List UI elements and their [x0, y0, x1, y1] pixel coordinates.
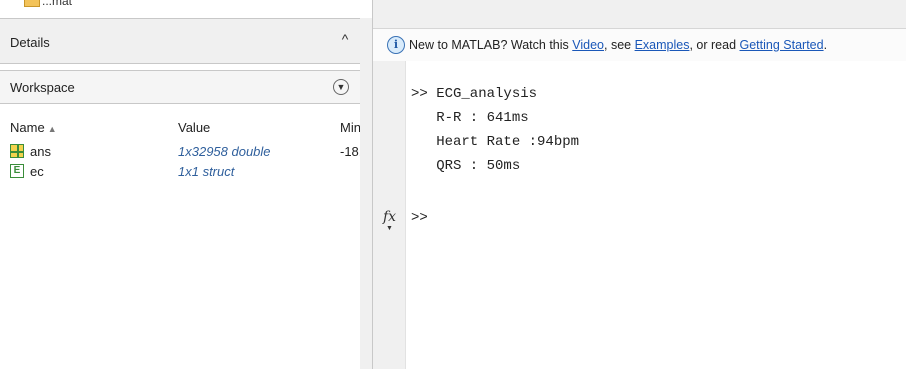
output-line: QRS : 50ms: [411, 158, 521, 174]
command-output: >> ECG_analysis R-R : 641ms Heart Rate :…: [411, 82, 579, 178]
variable-value: 1x1 struct: [178, 164, 235, 179]
command-window[interactable]: i New to MATLAB? Watch this Video, see E…: [373, 0, 906, 369]
details-panel-header[interactable]: Details ^: [0, 18, 360, 64]
info-icon: i: [387, 36, 405, 54]
command-window-top-strip: [373, 0, 906, 29]
variable-name: ec: [30, 164, 44, 179]
table-row[interactable]: ans 1x32958 double -18.0: [0, 142, 360, 162]
info-bar: i New to MATLAB? Watch this Video, see E…: [373, 29, 906, 61]
table-row[interactable]: E ec 1x1 struct: [0, 162, 360, 182]
workspace-panel-header: Workspace ▼: [0, 70, 360, 104]
examples-link[interactable]: Examples: [635, 38, 690, 52]
left-pane-scrollbar[interactable]: [360, 18, 372, 369]
matrix-variable-icon: [10, 144, 24, 158]
details-title: Details: [10, 35, 50, 50]
struct-variable-icon: E: [10, 164, 24, 178]
workspace-table: Name▲ Value Min ans 1x32958 double -18.0…: [0, 104, 360, 369]
variable-value: 1x32958 double: [178, 144, 271, 159]
sort-ascending-icon: ▲: [47, 124, 57, 134]
command-prompt[interactable]: >>: [411, 210, 428, 226]
current-folder-strip: ...mat: [0, 0, 372, 18]
variable-min: -18.0: [340, 144, 360, 159]
workspace-actions-icon[interactable]: ▼: [333, 79, 349, 95]
command-line: >> ECG_analysis: [411, 86, 538, 102]
command-gutter: fx ▼: [373, 61, 406, 369]
info-message: New to MATLAB? Watch this Video, see Exa…: [409, 38, 828, 52]
variable-name: ans: [30, 144, 51, 159]
column-header-value[interactable]: Value: [178, 120, 210, 135]
workspace-title: Workspace: [10, 80, 75, 95]
chevron-down-icon[interactable]: ▼: [386, 225, 393, 232]
column-header-name[interactable]: Name ▲: [10, 120, 57, 135]
mat-file-icon: [24, 0, 40, 7]
output-line: R-R : 641ms: [411, 110, 529, 126]
video-link[interactable]: Video: [572, 38, 604, 52]
column-header-min[interactable]: Min: [340, 120, 360, 135]
function-browser-icon[interactable]: fx: [383, 209, 396, 225]
left-pane: ...mat Details ^ Workspace ▼ Name ▲ Value…: [0, 0, 373, 369]
mat-file-name[interactable]: ...mat: [42, 0, 72, 8]
collapse-details-icon[interactable]: ^: [337, 31, 353, 47]
output-line: Heart Rate :94bpm: [411, 134, 580, 150]
getting-started-link[interactable]: Getting Started: [740, 38, 824, 52]
